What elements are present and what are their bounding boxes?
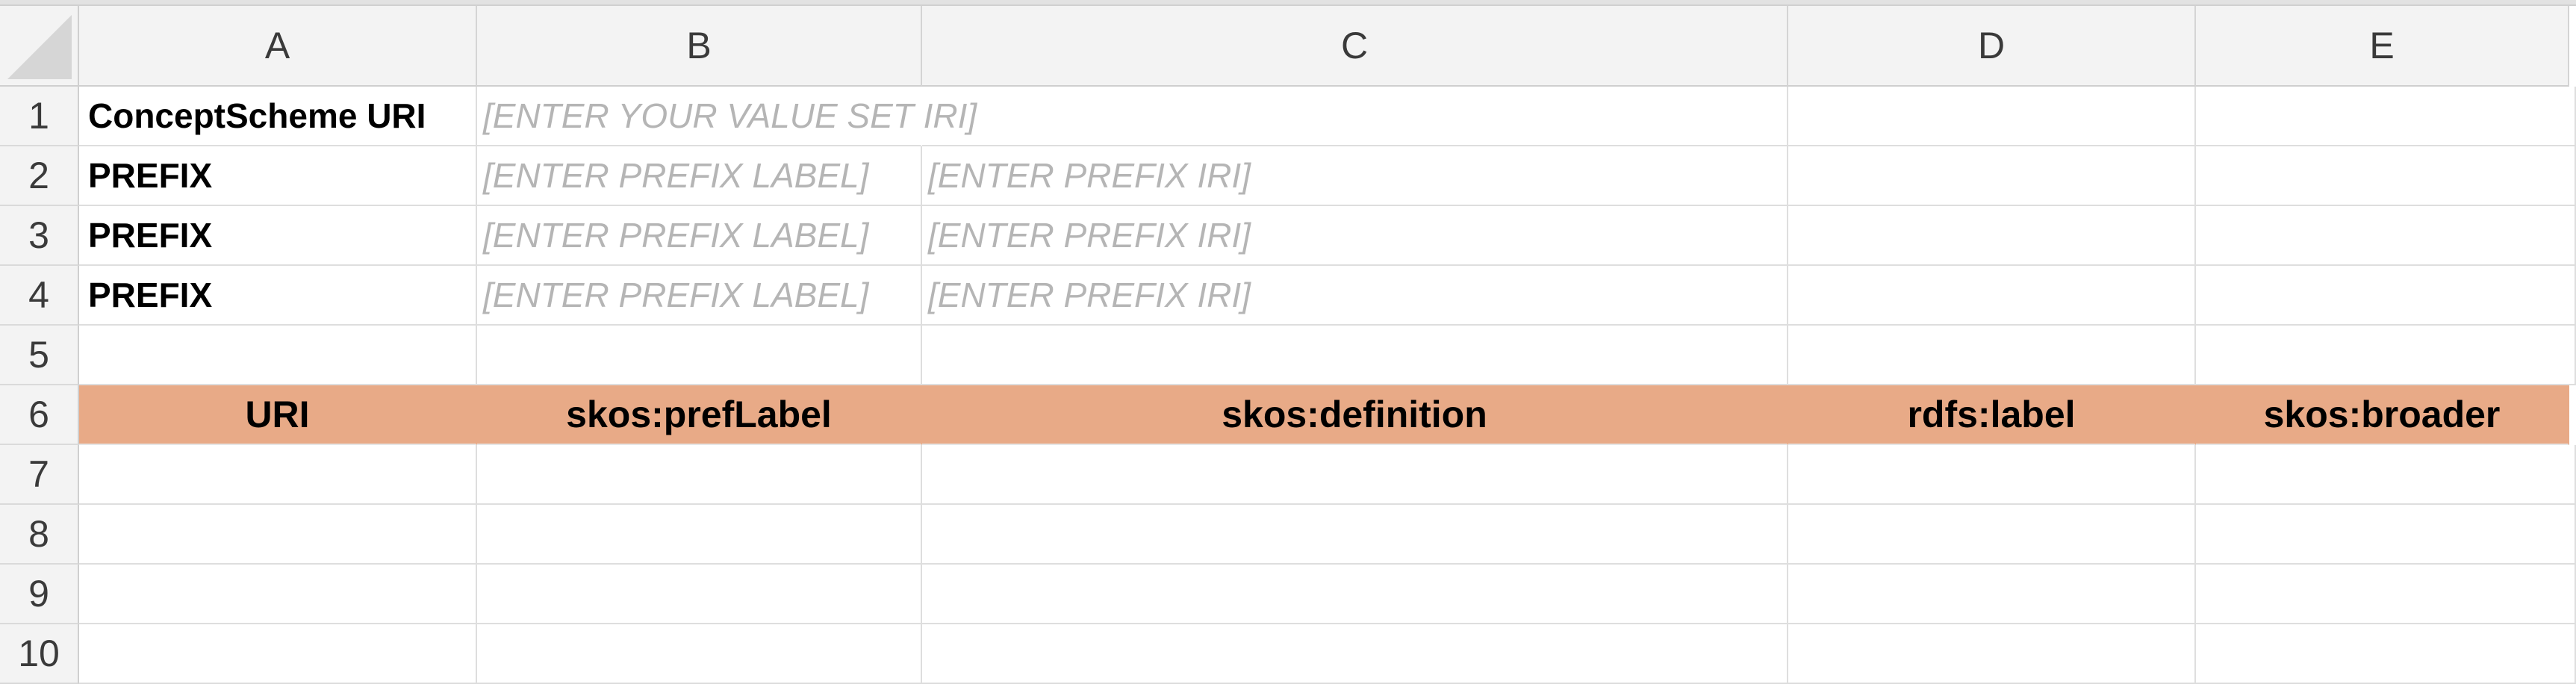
cell-e6[interactable]: skos:broader xyxy=(2196,385,2569,445)
cell-d6[interactable]: rdfs:label xyxy=(1788,385,2196,445)
header-rdfs-label: rdfs:label xyxy=(1907,394,2076,435)
cell-c5[interactable] xyxy=(922,326,1788,385)
cell-d8[interactable] xyxy=(1788,505,2196,565)
cell-a3-text: PREFIX xyxy=(88,216,213,255)
cell-c1[interactable] xyxy=(922,87,1788,146)
cell-d2[interactable] xyxy=(1788,146,2196,206)
row-header-3[interactable]: 3 xyxy=(0,206,79,266)
cell-a4[interactable]: PREFIX xyxy=(79,266,477,326)
row-header-7[interactable]: 7 xyxy=(0,445,79,505)
cell-d4[interactable] xyxy=(1788,266,2196,326)
cell-c4-text: [ENTER PREFIX IRI] xyxy=(928,276,1251,314)
cell-e5[interactable] xyxy=(2196,326,2576,385)
cell-b3-text: [ENTER PREFIX LABEL] xyxy=(483,216,869,255)
cell-d3[interactable] xyxy=(1788,206,2196,266)
cell-e1[interactable] xyxy=(2196,87,2576,146)
cell-d10[interactable] xyxy=(1788,624,2196,684)
column-header-d[interactable]: D xyxy=(1788,6,2196,87)
column-header-c[interactable]: C xyxy=(922,6,1788,87)
cell-b2[interactable]: [ENTER PREFIX LABEL] xyxy=(477,146,922,206)
row-header-10[interactable]: 10 xyxy=(0,624,79,684)
cell-a4-text: PREFIX xyxy=(88,276,213,314)
cell-d5[interactable] xyxy=(1788,326,2196,385)
column-header-b[interactable]: B xyxy=(477,6,922,87)
cell-c10[interactable] xyxy=(922,624,1788,684)
cell-c8[interactable] xyxy=(922,505,1788,565)
cell-c7[interactable] xyxy=(922,445,1788,505)
cell-b6[interactable]: skos:prefLabel xyxy=(477,385,922,445)
cell-b7[interactable] xyxy=(477,445,922,505)
cell-c6[interactable]: skos:definition xyxy=(922,385,1788,445)
cell-a1[interactable]: ConceptScheme URI xyxy=(79,87,477,146)
cell-a5[interactable] xyxy=(79,326,477,385)
row-header-9[interactable]: 9 xyxy=(0,565,79,624)
cell-b3[interactable]: [ENTER PREFIX LABEL] xyxy=(477,206,922,266)
cell-d1[interactable] xyxy=(1788,87,2196,146)
cell-a2-text: PREFIX xyxy=(88,156,213,195)
row-header-2[interactable]: 2 xyxy=(0,146,79,206)
cell-e10[interactable] xyxy=(2196,624,2576,684)
cell-a2[interactable]: PREFIX xyxy=(79,146,477,206)
cell-e9[interactable] xyxy=(2196,565,2576,624)
cell-d7[interactable] xyxy=(1788,445,2196,505)
cell-b2-text: [ENTER PREFIX LABEL] xyxy=(483,156,869,195)
select-all-corner[interactable] xyxy=(0,6,79,87)
header-skos-broader: skos:broader xyxy=(2263,394,2501,435)
header-uri: URI xyxy=(245,394,310,435)
cell-e3[interactable] xyxy=(2196,206,2576,266)
cell-c9[interactable] xyxy=(922,565,1788,624)
cell-e4[interactable] xyxy=(2196,266,2576,326)
cell-c3[interactable]: [ENTER PREFIX IRI] xyxy=(922,206,1788,266)
cell-b9[interactable] xyxy=(477,565,922,624)
cell-c4[interactable]: [ENTER PREFIX IRI] xyxy=(922,266,1788,326)
select-all-triangle-icon xyxy=(7,15,72,79)
cell-a10[interactable] xyxy=(79,624,477,684)
header-skos-definition: skos:definition xyxy=(1222,394,1487,435)
toolbar-edge xyxy=(0,0,2576,6)
cell-e7[interactable] xyxy=(2196,445,2576,505)
cell-c2-text: [ENTER PREFIX IRI] xyxy=(928,156,1251,195)
cell-a6[interactable]: URI xyxy=(79,385,477,445)
cell-b5[interactable] xyxy=(477,326,922,385)
header-skos-preflabel: skos:prefLabel xyxy=(566,394,832,435)
cell-a9[interactable] xyxy=(79,565,477,624)
column-header-a[interactable]: A xyxy=(79,6,477,87)
cell-b4[interactable]: [ENTER PREFIX LABEL] xyxy=(477,266,922,326)
cell-b8[interactable] xyxy=(477,505,922,565)
cell-e2[interactable] xyxy=(2196,146,2576,206)
row-header-8[interactable]: 8 xyxy=(0,505,79,565)
cell-b1-text: [ENTER YOUR VALUE SET IRI] xyxy=(483,96,977,135)
cell-a1-text: ConceptScheme URI xyxy=(88,96,426,135)
row-header-5[interactable]: 5 xyxy=(0,326,79,385)
column-header-e[interactable]: E xyxy=(2196,6,2569,87)
row-header-4[interactable]: 4 xyxy=(0,266,79,326)
cell-c3-text: [ENTER PREFIX IRI] xyxy=(928,216,1251,255)
cell-e8[interactable] xyxy=(2196,505,2576,565)
row-header-6[interactable]: 6 xyxy=(0,385,79,445)
cell-b10[interactable] xyxy=(477,624,922,684)
cell-d9[interactable] xyxy=(1788,565,2196,624)
spreadsheet: A B C D E 1 2 3 4 5 6 7 8 9 10 ConceptSc… xyxy=(0,0,2576,693)
row-header-1[interactable]: 1 xyxy=(0,87,79,146)
cell-c2[interactable]: [ENTER PREFIX IRI] xyxy=(922,146,1788,206)
cell-b1[interactable]: [ENTER YOUR VALUE SET IRI] xyxy=(477,87,977,146)
cell-a3[interactable]: PREFIX xyxy=(79,206,477,266)
cell-a7[interactable] xyxy=(79,445,477,505)
cell-a8[interactable] xyxy=(79,505,477,565)
cell-b4-text: [ENTER PREFIX LABEL] xyxy=(483,276,869,314)
